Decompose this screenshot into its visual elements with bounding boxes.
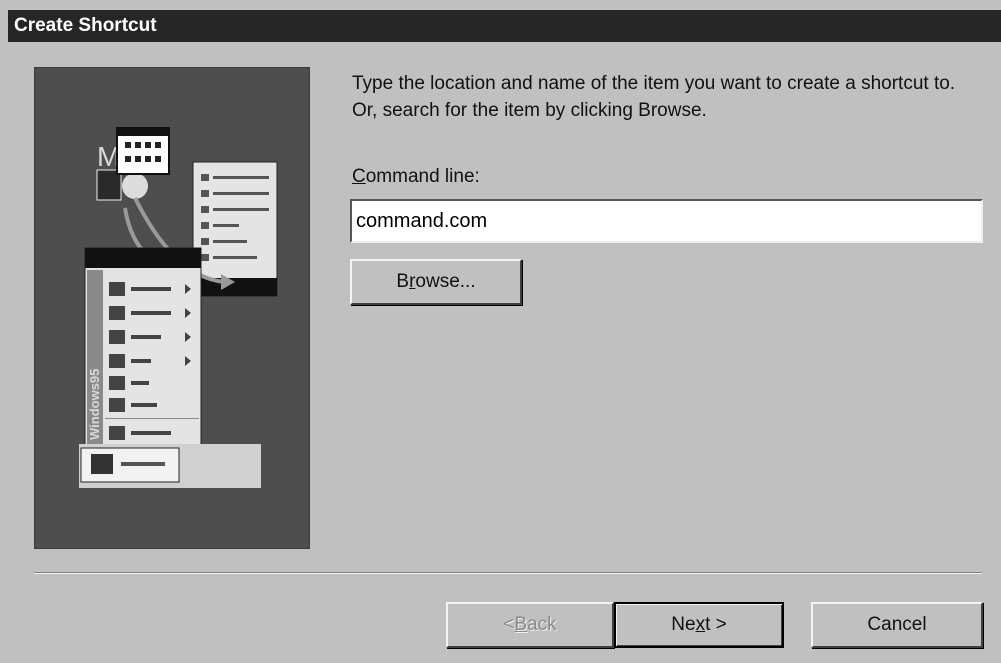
create-shortcut-dialog: Create Shortcut M Windows95 Type the loc… [0,0,1001,663]
browse-label-pre: B [396,271,410,292]
start-menu-illustration-icon: M Windows95 [79,127,278,488]
next-label-accel: x [695,614,706,635]
back-label-pre: < [503,614,515,635]
back-button[interactable]: < Back [446,602,614,648]
next-label-post: t > [705,614,727,635]
next-label-pre: Ne [671,614,696,635]
title-bar[interactable]: Create Shortcut [8,10,1001,42]
back-label-post: ack [527,614,557,635]
next-button[interactable]: Ne x t > [614,602,784,648]
wizard-illustration: M Windows95 [34,67,310,549]
instructions-text: Type the location and name of the item y… [352,73,956,121]
sidebar-brand-text: Windows95 [87,369,102,440]
command-line-label: Command line: [352,166,480,188]
command-line-label-rest: ommand line: [365,166,480,187]
cancel-button[interactable]: Cancel [811,602,983,648]
command-line-input[interactable] [350,199,983,243]
browse-label-post: owse... [415,271,476,292]
command-line-label-accel: C [352,166,366,187]
back-label-accel: B [514,614,528,635]
browse-button[interactable]: Br owse... [350,259,522,305]
window-title: Create Shortcut [14,15,157,36]
separator-line [34,572,982,574]
cancel-label: Cancel [867,614,927,635]
